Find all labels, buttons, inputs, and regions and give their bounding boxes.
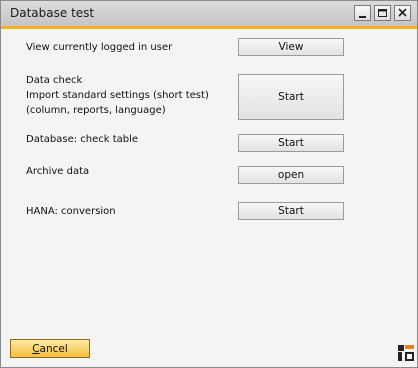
data-check-line-2: Import standard settings (short test) bbox=[26, 90, 209, 101]
cancel-button[interactable]: Cancel bbox=[10, 339, 90, 358]
close-icon bbox=[398, 8, 407, 17]
maximize-icon bbox=[378, 9, 387, 17]
cancel-accelerator: C bbox=[32, 342, 40, 355]
data-check-label: Data check Import standard settings (sho… bbox=[26, 73, 209, 118]
archive-open-button[interactable]: open bbox=[238, 166, 344, 184]
database-test-window: Database test View currently logged in u… bbox=[0, 0, 418, 368]
archive-data-label: Archive data bbox=[26, 166, 90, 177]
maximize-button[interactable] bbox=[374, 5, 391, 21]
title-bar: Database test bbox=[1, 1, 417, 29]
cancel-label-rest: ancel bbox=[39, 342, 68, 355]
hana-conversion-label: HANA: conversion bbox=[26, 206, 116, 217]
view-user-label: View currently logged in user bbox=[26, 42, 173, 53]
app-logo-icon bbox=[398, 345, 414, 361]
minimize-icon bbox=[359, 16, 366, 18]
hana-start-button[interactable]: Start bbox=[238, 202, 344, 220]
close-button[interactable] bbox=[394, 5, 411, 21]
minimize-button[interactable] bbox=[354, 5, 371, 21]
data-check-start-button[interactable]: Start bbox=[238, 74, 344, 120]
data-check-line-1: Data check bbox=[26, 75, 83, 86]
check-table-label: Database: check table bbox=[26, 134, 139, 145]
view-user-button[interactable]: View bbox=[238, 38, 344, 56]
data-check-line-3: (column, reports, language) bbox=[26, 105, 166, 116]
check-table-start-button[interactable]: Start bbox=[238, 134, 344, 152]
window-title: Database test bbox=[10, 6, 95, 20]
